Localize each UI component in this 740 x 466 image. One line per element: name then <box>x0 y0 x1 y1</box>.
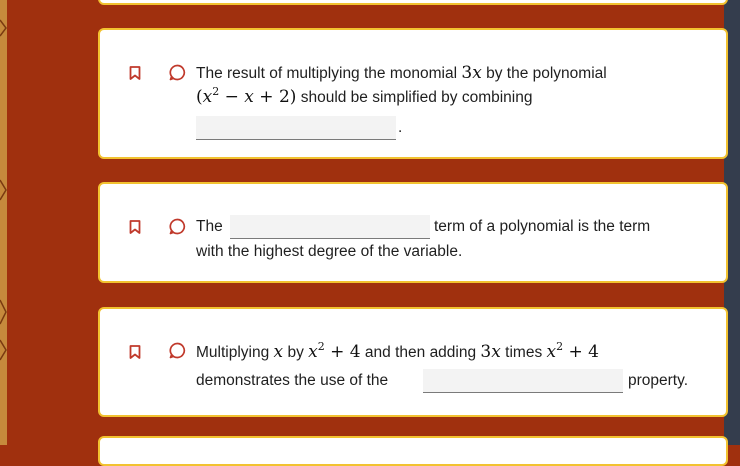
left-decorative-strip <box>0 0 7 445</box>
question-1-line-1: The result of multiplying the monomial 3… <box>196 63 607 84</box>
question-3-math-poly-2: x2 + 4 <box>546 340 599 362</box>
bookmark-icon[interactable] <box>129 66 141 80</box>
question-1-text-after: should be simplified by combining <box>300 89 533 106</box>
question-card-2: The term of a polynomial is the term wit… <box>98 182 728 283</box>
question-3-answer-blank[interactable] <box>423 369 623 393</box>
question-1-line-2: (x2 − x + 2) should be simplified by com… <box>196 85 533 108</box>
comment-icon[interactable] <box>169 64 186 81</box>
question-3-math-3x: 3x <box>480 342 501 362</box>
previous-question-card <box>98 0 728 5</box>
question-card-1: The result of multiplying the monomial 3… <box>98 28 728 159</box>
question-3-text-after-blank: property. <box>628 372 689 389</box>
question-3-line-1: Multiplying x by x2 + 4 and then adding … <box>196 340 599 363</box>
question-2-line-2: with the highest degree of the variable. <box>196 243 463 260</box>
question-3-text-d: times <box>505 344 543 361</box>
question-1-text-before: The result of multiplying the monomial <box>196 65 458 82</box>
comment-icon[interactable] <box>169 342 186 359</box>
question-1-math-polynomial: (x2 − x + 2) <box>196 85 297 107</box>
question-1-answer-blank[interactable] <box>196 116 396 140</box>
bookmark-icon[interactable] <box>129 220 141 234</box>
question-card-3: Multiplying x by x2 + 4 and then adding … <box>98 307 728 417</box>
question-2-answer-blank[interactable] <box>230 215 430 239</box>
question-3-math-x: x <box>273 342 284 362</box>
question-2-text-before: The <box>196 218 223 235</box>
question-1-text-mid: by the polynomial <box>486 65 607 82</box>
bookmark-icon[interactable] <box>129 345 141 359</box>
question-1-trailing-period: . <box>398 119 403 136</box>
question-3-text-b: by <box>287 344 304 361</box>
next-question-card <box>98 436 728 466</box>
question-2-text-after: term of a polynomial is the term <box>434 218 651 235</box>
question-1-math-monomial: 3x <box>461 63 482 83</box>
comment-icon[interactable] <box>169 218 186 235</box>
question-3-text-before-blank: demonstrates the use of the <box>196 372 389 389</box>
question-3-math-poly-1: x2 + 4 <box>308 340 361 362</box>
question-3-text-a: Multiplying <box>196 344 270 361</box>
question-3-text-c: and then adding <box>364 344 477 361</box>
